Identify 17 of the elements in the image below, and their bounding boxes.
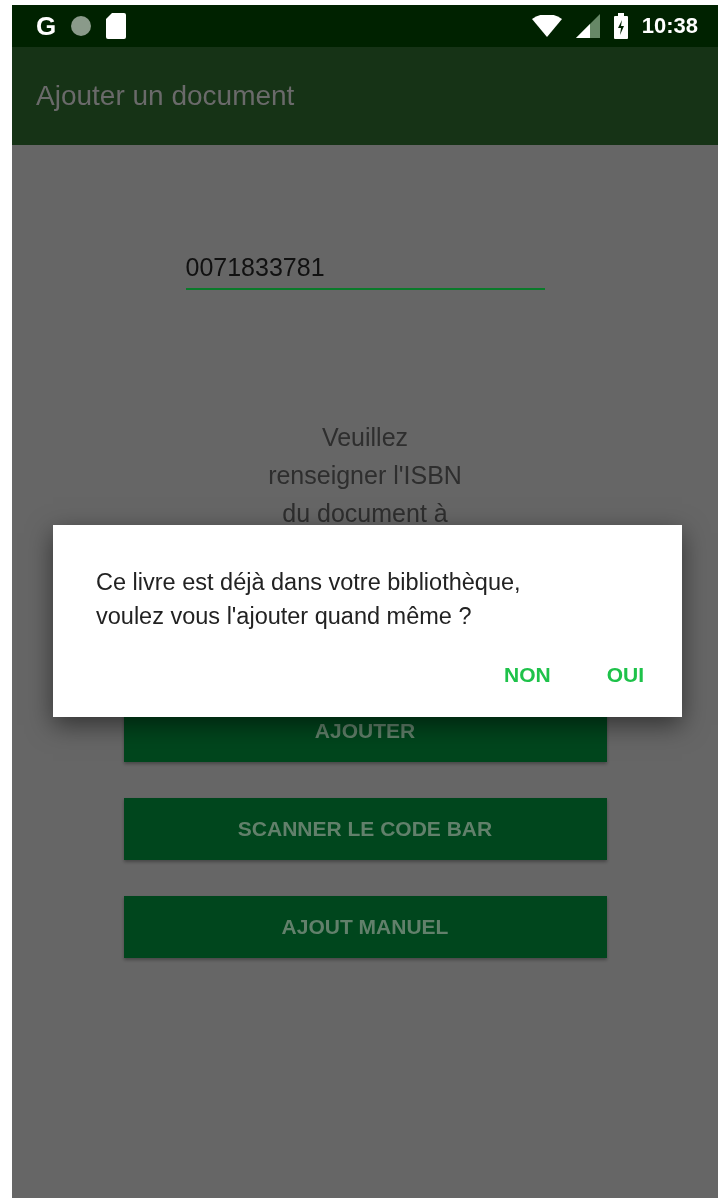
action-button[interactable]: SCANNER LE CODE BAR	[123, 798, 607, 860]
instruction-text: Veuillez	[321, 422, 409, 453]
signal-icon	[575, 14, 600, 38]
battery-icon	[613, 13, 628, 39]
screen-title: Ajouter un document	[36, 80, 295, 112]
instruction-text: du document à	[282, 498, 448, 529]
circle-icon	[70, 15, 93, 37]
instruction-text: renseigner l'ISBN	[268, 460, 462, 491]
clock-text: 10:38	[641, 13, 698, 39]
dialog-message: Ce livre est déjà dans votre bibliothèque, voulez vous l'ajouter quand même ?	[96, 568, 522, 631]
wifi-icon	[531, 15, 562, 37]
google-icon: G	[36, 10, 57, 42]
sd-card-icon	[106, 13, 127, 39]
action-button[interactable]: AJOUT MANUEL	[123, 896, 607, 958]
dialog-button[interactable]: NON	[482, 653, 573, 697]
isbn-field[interactable]: 0071833781	[185, 253, 545, 290]
dialog-button[interactable]: OUI	[584, 653, 666, 697]
